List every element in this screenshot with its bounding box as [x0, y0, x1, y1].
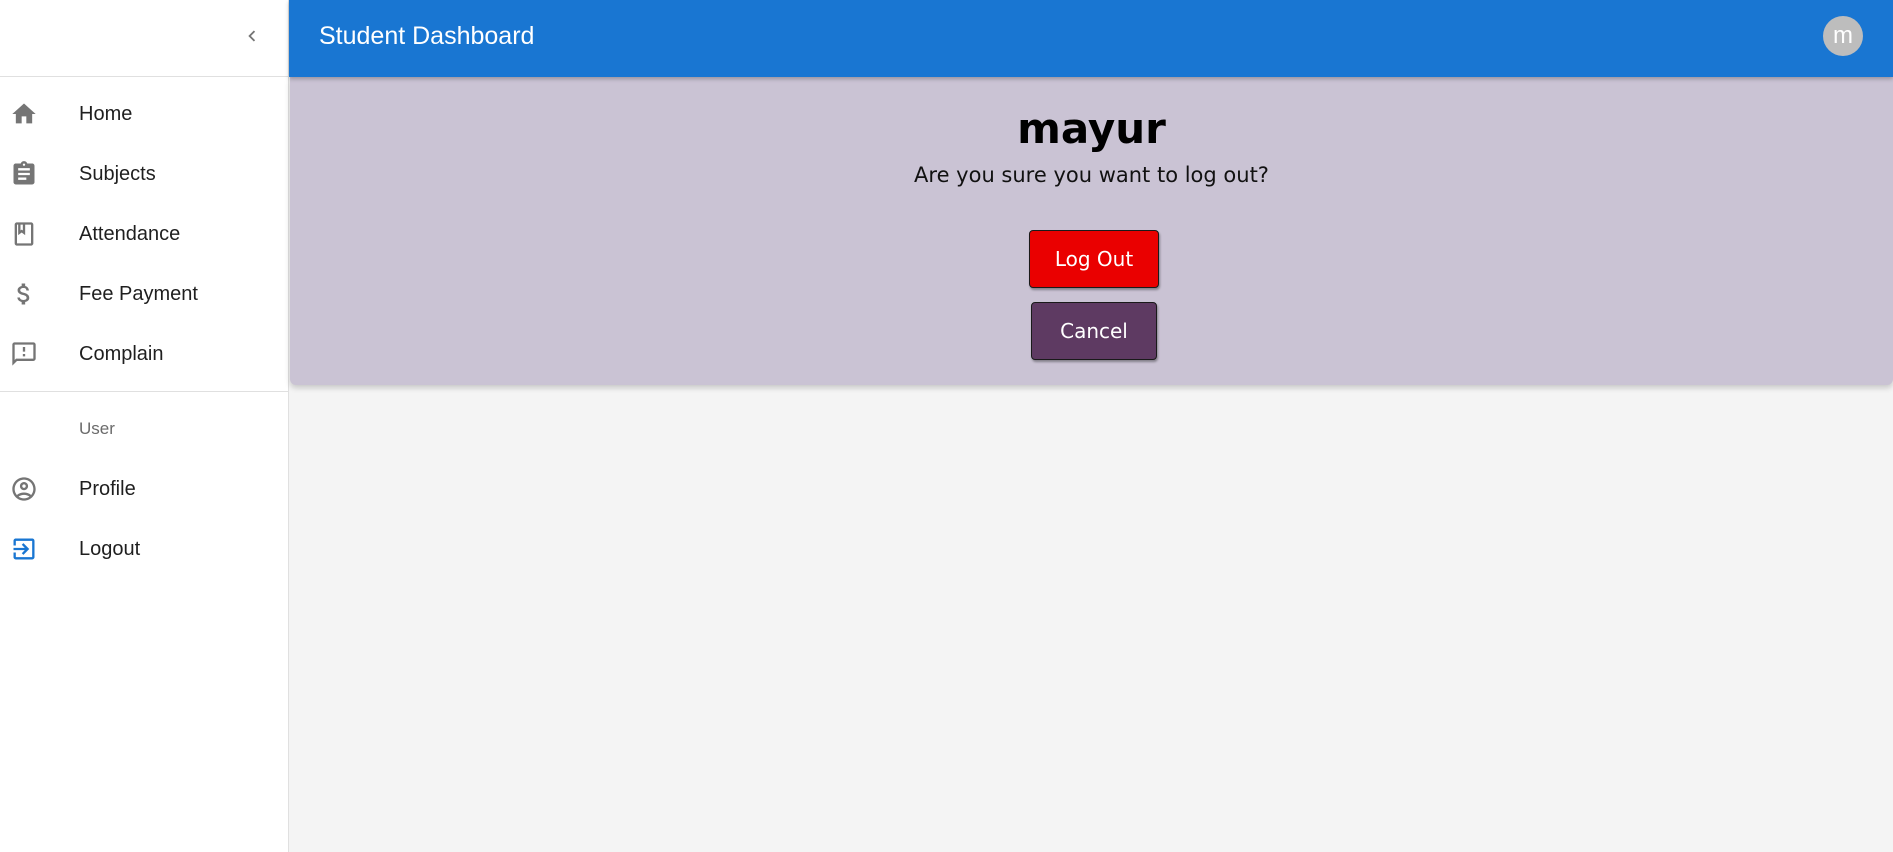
sidebar-drawer: Home Subjects Attendance Fee Payment Com… — [0, 0, 289, 852]
sidebar-divider — [0, 391, 288, 392]
logout-icon — [10, 535, 38, 563]
assignment-icon — [10, 160, 38, 188]
home-icon — [10, 100, 38, 128]
sidebar-item-fee-payment[interactable]: Fee Payment — [0, 264, 288, 324]
sidebar-item-label: Subjects — [79, 162, 156, 185]
sidebar-item-complain[interactable]: Complain — [0, 324, 288, 384]
sidebar-item-label: Logout — [79, 537, 141, 560]
user-name: mayur — [1017, 104, 1166, 153]
user-section-header: User — [79, 419, 115, 438]
user-nav-list: Profile Logout — [0, 459, 288, 579]
main-nav-list: Home Subjects Attendance Fee Payment Com… — [0, 77, 288, 384]
logout-question: Are you sure you want to log out? — [914, 163, 1269, 187]
app-bar: Student Dashboard m — [289, 0, 1893, 77]
collapse-drawer-button[interactable] — [234, 18, 270, 54]
sidebar-item-home[interactable]: Home — [0, 84, 288, 144]
chevron-left-icon — [248, 30, 256, 42]
sidebar-item-subjects[interactable]: Subjects — [0, 144, 288, 204]
page-title: Student Dashboard — [319, 22, 535, 50]
sidebar-item-logout[interactable]: Logout — [0, 519, 288, 579]
dollar-icon — [10, 280, 38, 308]
log-out-button[interactable]: Log Out — [1029, 230, 1159, 288]
feedback-icon — [10, 340, 38, 368]
sidebar-item-profile[interactable]: Profile — [0, 459, 288, 519]
avatar[interactable]: m — [1823, 16, 1863, 56]
cancel-button[interactable]: Cancel — [1031, 302, 1157, 360]
class-bookmark-icon — [10, 220, 38, 248]
sidebar-item-label: Fee Payment — [79, 282, 198, 305]
account-circle-icon — [10, 475, 38, 503]
sidebar-item-attendance[interactable]: Attendance — [0, 204, 288, 264]
sidebar-item-label: Attendance — [79, 222, 181, 245]
sidebar-item-label: Profile — [79, 477, 136, 500]
sidebar-item-label: Complain — [79, 342, 164, 365]
sidebar-header — [0, 0, 288, 77]
logout-confirmation-panel: mayur Are you sure you want to log out? … — [290, 77, 1893, 385]
sidebar-item-label: Home — [79, 102, 133, 125]
